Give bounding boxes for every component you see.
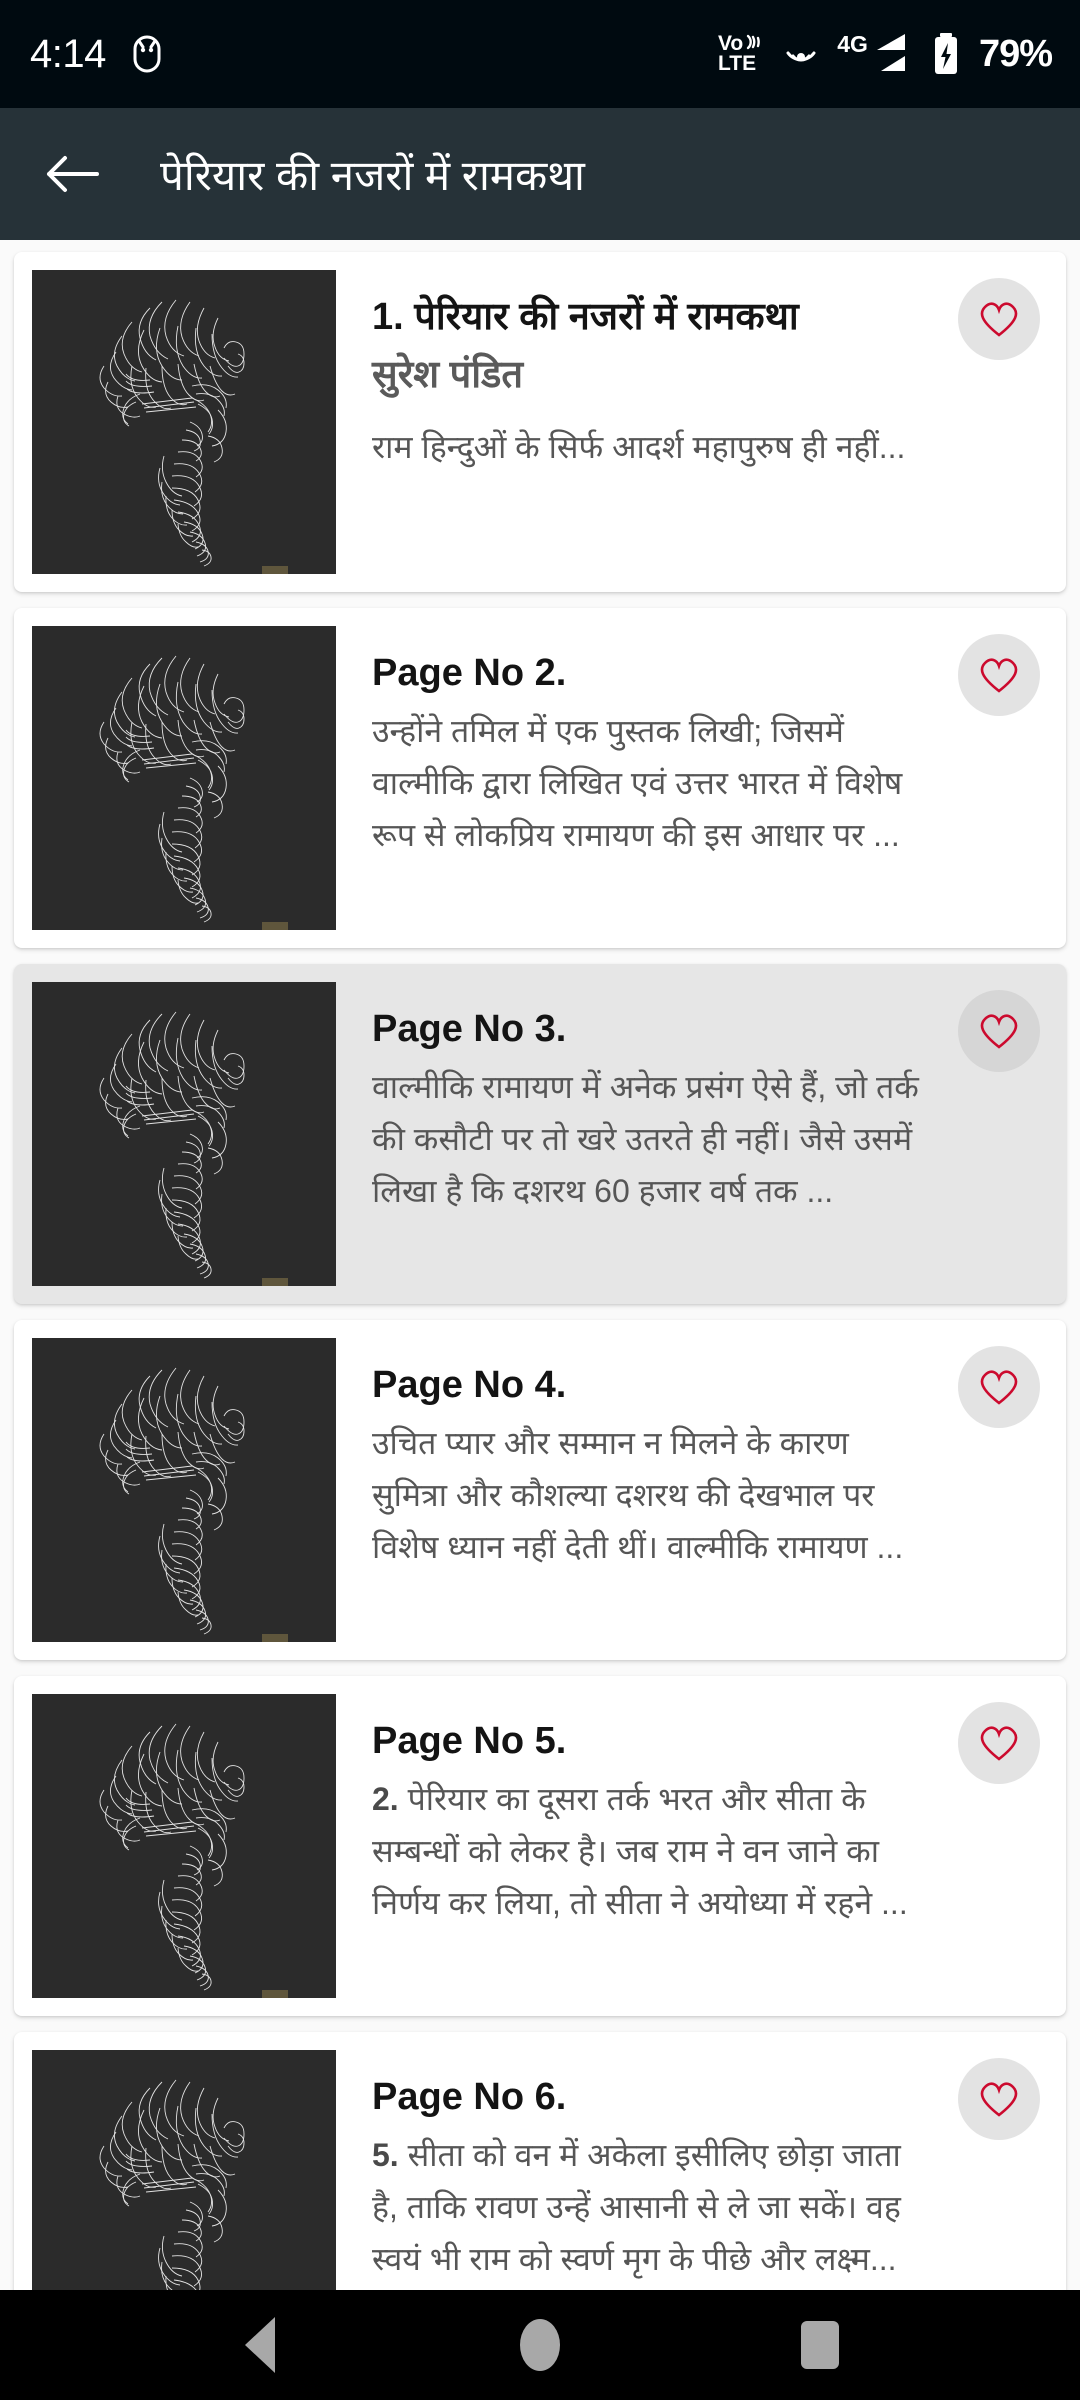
favorite-button[interactable]	[958, 990, 1040, 1072]
list-item-snippet-text: सीता को वन में अकेला इसीलिए छोड़ा जाता ह…	[372, 2137, 901, 2277]
list-item-body: Page No 6. 5. सीता को वन में अकेला इसीलि…	[336, 2050, 1048, 2290]
list-item-snippet: उचित प्यार और सम्मान न मिलने के कारण सुम…	[372, 1425, 904, 1565]
page-title: पेरियार की नजरों में रामकथा	[160, 151, 585, 199]
list-item[interactable]: Page No 5. 2. पेरियार का दूसरा तर्क भरत …	[14, 1676, 1066, 2016]
heart-outline-icon	[977, 299, 1021, 339]
phone-screen: 4:14 Vo LTE 4G 79% पेरियार की नजरों में …	[0, 0, 1080, 2400]
hotspot-icon	[781, 35, 821, 73]
square-recents-icon	[801, 2321, 839, 2369]
periyar-sketch-thumbnail	[32, 982, 336, 1286]
status-bar: 4:14 Vo LTE 4G 79%	[0, 0, 1080, 108]
status-bar-clock: 4:14	[30, 31, 106, 76]
list-item-body: Page No 4. उचित प्यार और सम्मान न मिलने …	[336, 1338, 1048, 1584]
network-type-label: 4G	[837, 31, 868, 57]
list-item-body: Page No 2. उन्होंने तमिल में एक पुस्तक ल…	[336, 626, 1048, 872]
list-item-title: Page No 6.	[372, 2076, 567, 2118]
list-item-title: Page No 3.	[372, 1008, 567, 1050]
heart-outline-icon	[977, 1367, 1021, 1407]
heart-outline-icon	[977, 655, 1021, 695]
list-item[interactable]: Page No 6. 5. सीता को वन में अकेला इसीलि…	[14, 2032, 1066, 2290]
list-item-title: Page No 5.	[372, 1720, 567, 1762]
list-item-author: सुरेश पंडित	[372, 354, 524, 397]
periyar-sketch-thumbnail	[32, 2050, 336, 2290]
list-item-snippet: राम हिन्दुओं के सिर्फ आदर्श महापुरुष ही …	[372, 429, 906, 466]
app-bar: पेरियार की नजरों में रामकथा	[0, 108, 1080, 240]
recents-nav-button[interactable]	[760, 2290, 880, 2400]
list-item-title: Page No 4.	[372, 1364, 567, 1406]
list-item[interactable]: 1. पेरियार की नजरों में रामकथा सुरेश पंड…	[14, 252, 1066, 592]
heart-outline-icon	[977, 2079, 1021, 2119]
android-debug-icon	[130, 35, 164, 73]
periyar-sketch-thumbnail	[32, 270, 336, 574]
favorite-button[interactable]	[958, 1346, 1040, 1428]
list-item-snippet: 2. पेरियार का दूसरा तर्क भरत और सीता के …	[372, 1774, 928, 1929]
page-list[interactable]: 1. पेरियार की नजरों में रामकथा सुरेश पंड…	[0, 240, 1080, 2290]
list-item-title: Page No 2.	[372, 652, 567, 694]
favorite-button[interactable]	[958, 634, 1040, 716]
home-nav-button[interactable]	[480, 2290, 600, 2400]
volte-icon: Vo LTE	[717, 32, 765, 75]
list-item[interactable]: Page No 3. वाल्मीकि रामायण में अनेक प्रस…	[14, 964, 1066, 1304]
list-item-snippet-lead: 5.	[372, 2137, 399, 2174]
list-item-body: 1. पेरियार की नजरों में रामकथा सुरेश पंड…	[336, 270, 1048, 484]
system-nav-bar	[0, 2290, 1080, 2400]
periyar-sketch-thumbnail	[32, 1694, 336, 1998]
heart-outline-icon	[977, 1011, 1021, 1051]
4g-signal-icon: 4G	[837, 31, 915, 75]
list-item-snippet: 5. सीता को वन में अकेला इसीलिए छोड़ा जात…	[372, 2130, 928, 2285]
arrow-left-icon	[43, 151, 101, 197]
list-item-body: Page No 5. 2. पेरियार का दूसरा तर्क भरत …	[336, 1694, 1048, 1940]
back-nav-button[interactable]	[200, 2290, 320, 2400]
list-item-title: 1. पेरियार की नजरों में रामकथा	[372, 296, 799, 338]
list-item-snippet-lead: 2.	[372, 1781, 399, 1818]
periyar-sketch-thumbnail	[32, 626, 336, 930]
periyar-sketch-thumbnail	[32, 1338, 336, 1642]
favorite-button[interactable]	[958, 278, 1040, 360]
status-bar-left: 4:14	[30, 32, 164, 77]
circle-home-icon	[520, 2319, 560, 2371]
favorite-button[interactable]	[958, 1702, 1040, 1784]
battery-charging-icon	[931, 32, 961, 76]
list-item-snippet-text: पेरियार का दूसरा तर्क भरत और सीता के सम्…	[372, 1781, 908, 1921]
back-button[interactable]	[24, 126, 120, 222]
volte-bottom-label: LTE	[717, 52, 757, 75]
list-item[interactable]: Page No 4. उचित प्यार और सम्मान न मिलने …	[14, 1320, 1066, 1660]
triangle-back-icon	[245, 2317, 275, 2373]
heart-outline-icon	[977, 1723, 1021, 1763]
volte-top-label: Vo	[717, 32, 744, 56]
status-bar-right: Vo LTE 4G 79%	[717, 31, 1053, 76]
list-item-body: Page No 3. वाल्मीकि रामायण में अनेक प्रस…	[336, 982, 1048, 1228]
list-item[interactable]: Page No 2. उन्होंने तमिल में एक पुस्तक ल…	[14, 608, 1066, 948]
favorite-button[interactable]	[958, 2058, 1040, 2140]
list-item-snippet: वाल्मीकि रामायण में अनेक प्रसंग ऐसे हैं,…	[372, 1069, 919, 1209]
battery-percent-label: 79%	[978, 32, 1053, 75]
list-item-snippet: उन्होंने तमिल में एक पुस्तक लिखी; जिसमें…	[372, 713, 903, 853]
